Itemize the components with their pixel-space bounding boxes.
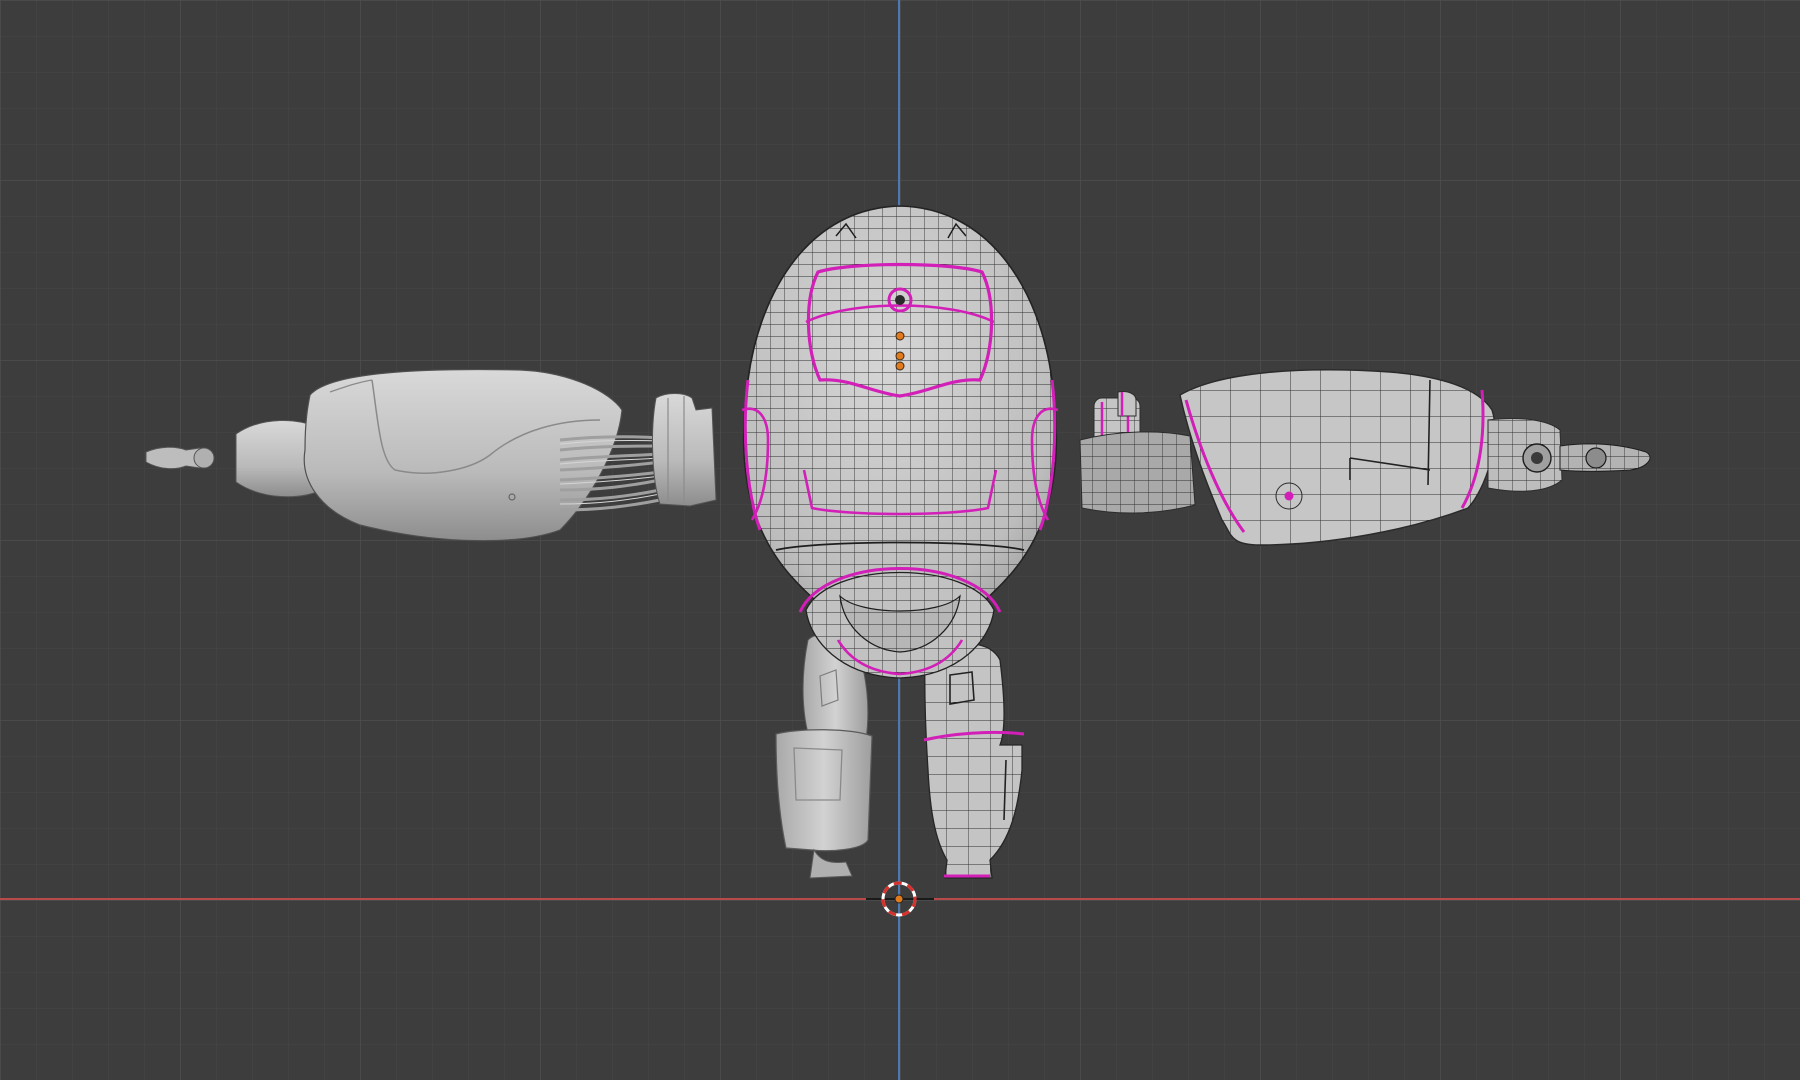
seam-vertex-icon <box>1284 491 1294 501</box>
viewport-canvas[interactable] <box>0 0 1800 1080</box>
origin-point-icon <box>895 331 905 341</box>
eye-icon <box>895 295 905 305</box>
3d-viewport[interactable] <box>0 0 1800 1080</box>
